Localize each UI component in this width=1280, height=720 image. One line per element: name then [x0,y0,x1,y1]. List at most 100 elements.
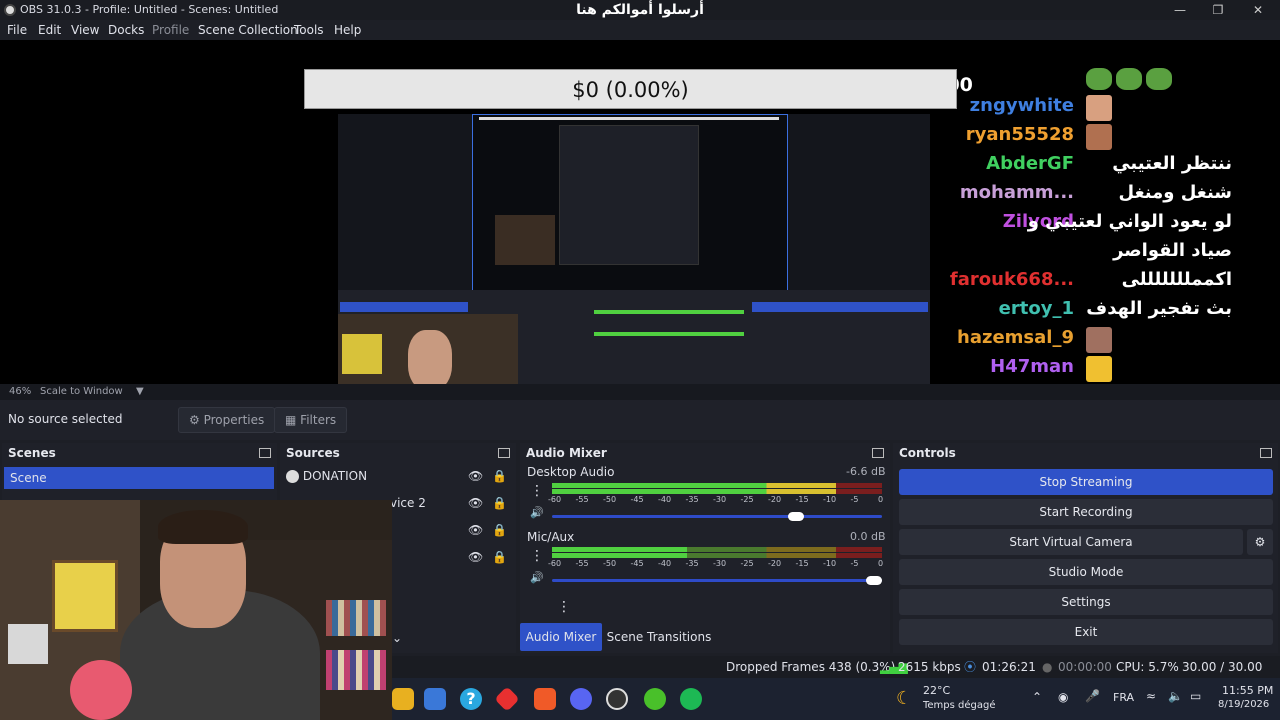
tab-audio-mixer[interactable]: Audio Mixer [520,623,602,651]
language-indicator[interactable]: FRA [1113,691,1134,704]
frog-emote-icon [1086,68,1112,90]
lock-icon[interactable]: 🔒 [492,523,507,537]
studio-mode-button[interactable]: Studio Mode [899,559,1273,585]
weather-desc: Temps dégagé [923,700,996,711]
wifi-icon[interactable]: ≈ [1146,689,1156,703]
eye-icon[interactable]: 👁 [468,469,483,483]
bitrate: 2615 kbps [898,660,961,674]
minimize-icon[interactable]: — [1160,0,1200,20]
mic-volume-slider[interactable] [552,579,882,582]
nested-meter [594,310,744,314]
meter-tick-label: -10 [823,495,837,504]
meter-tick-label: -30 [713,559,727,568]
clock-date[interactable]: 8/19/2026 [1218,699,1269,710]
nested-stop-button [752,302,928,312]
nested-recursion [559,125,699,265]
overlay-heading: أرسلوا أموالكم هنا [576,2,704,18]
meter-tick-label: -50 [603,495,617,504]
kebab-menu-icon[interactable]: ⋮ [530,548,544,566]
chat-message: zngywhite [942,95,1262,123]
store-icon[interactable] [424,688,446,710]
exit-button[interactable]: Exit [899,619,1273,645]
properties-button[interactable]: ⚙ Properties [178,407,276,433]
undock-icon[interactable] [872,448,884,458]
meter-tick-label: -5 [850,559,859,568]
kebab-menu-icon[interactable]: ⋮ [530,483,544,501]
stop-streaming-button[interactable]: Stop Streaming [899,469,1273,495]
desktop-audio-volume-slider[interactable] [552,515,882,518]
chevron-down-icon[interactable]: ⌄ [392,631,402,645]
nested-screen-capture [338,114,930,420]
lock-icon[interactable]: 🔒 [492,496,507,510]
meter-tick-label: -25 [740,559,754,568]
undock-icon[interactable] [498,448,510,458]
tab-scene-transitions[interactable]: Scene Transitions [606,623,712,651]
tab-audio-mixer-label: Audio Mixer [525,630,597,644]
chat-message: hazemsal_9 [942,327,1262,355]
moon-icon: ☾ [896,688,913,709]
help-icon[interactable]: ? [460,688,482,710]
brave-icon[interactable] [534,688,556,710]
frog-emote-icon [1146,68,1172,90]
menu-edit[interactable]: Edit [38,21,61,39]
mic-volume-handle[interactable] [866,576,882,585]
start-virtual-camera-button[interactable]: Start Virtual Camera [899,529,1243,555]
menu-profile[interactable]: Profile [152,21,189,39]
discord-icon[interactable] [570,688,592,710]
speaker-icon[interactable]: 🔊 [530,506,544,522]
preview-canvas[interactable]: $0 $200 $0 (0.00%) zngywhiteryan55528Abd… [0,40,1280,464]
no-source-label: No source selected [8,412,123,426]
desktop-audio-db: -6.6 dB [846,465,886,478]
start-recording-button[interactable]: Start Recording [899,499,1273,525]
source-item-label: DONATION [302,469,368,483]
menu-docks[interactable]: Docks [108,21,144,39]
start-virtual-camera-label: Start Virtual Camera [1009,535,1133,549]
lock-icon[interactable]: 🔒 [492,550,507,564]
kebab-menu-icon[interactable]: ⋮ [556,599,572,617]
meter-tick-label: -60 [548,559,562,568]
source-item[interactable]: DONATION 👁 🔒 [286,469,512,489]
menu-help[interactable]: Help [334,21,361,39]
menu-file[interactable]: File [7,21,27,39]
undock-icon[interactable] [259,448,271,458]
filters-button[interactable]: ▦ Filters [274,407,348,433]
file-explorer-icon[interactable] [392,688,414,710]
meter-tick-label: -15 [795,495,809,504]
battery-icon[interactable]: ▭ [1190,689,1201,703]
spotify-icon[interactable] [680,688,702,710]
zoom-mode-select[interactable]: Scale to Window [40,384,123,400]
microphone-icon[interactable]: 🎤 [1085,689,1100,703]
eye-icon[interactable]: 👁 [468,496,483,510]
chat-username: zngywhite [969,95,1074,116]
clock-time[interactable]: 11:55 PM [1222,684,1273,697]
chat-emote-icon [1086,327,1112,353]
meter-tick-label: 0 [878,559,884,568]
virtual-camera-gear-icon[interactable]: ⚙ [1247,529,1273,555]
lock-icon[interactable]: 🔒 [492,469,507,483]
chat-text: اكمملللللللى [1121,269,1232,290]
speaker-icon[interactable]: 🔊 [530,571,544,587]
obs-icon[interactable] [606,688,628,710]
eye-icon[interactable]: 👁 [468,523,483,537]
menu-tools[interactable]: Tools [294,21,324,39]
close-icon[interactable]: ✕ [1238,0,1278,20]
menu-view[interactable]: View [71,21,99,39]
desktop-audio-volume-handle[interactable] [788,512,804,521]
eye-icon[interactable]: 👁 [468,550,483,564]
scene-item[interactable]: Scene [4,467,274,489]
settings-button[interactable]: Settings [899,589,1273,615]
meter-tick-label: -5 [850,495,859,504]
undock-icon[interactable] [1260,448,1272,458]
chevron-up-icon[interactable]: ⌃ [1032,690,1042,704]
network-tray-icon[interactable]: ◉ [1058,690,1068,704]
app-red-icon[interactable] [494,686,520,712]
menu-scene-collection[interactable]: Scene Collection [198,21,298,39]
chevron-down-icon[interactable]: ▼ [136,384,144,400]
meter-tick-label: -35 [685,495,699,504]
utorrent-icon[interactable] [644,688,666,710]
meter-tick-label: -40 [658,559,672,568]
donation-progress-bar: $0 (0.00%) [304,69,957,109]
maximize-icon[interactable]: ❐ [1198,0,1238,20]
meter-tick-label: -10 [823,559,837,568]
volume-icon[interactable]: 🔈 [1168,689,1183,703]
